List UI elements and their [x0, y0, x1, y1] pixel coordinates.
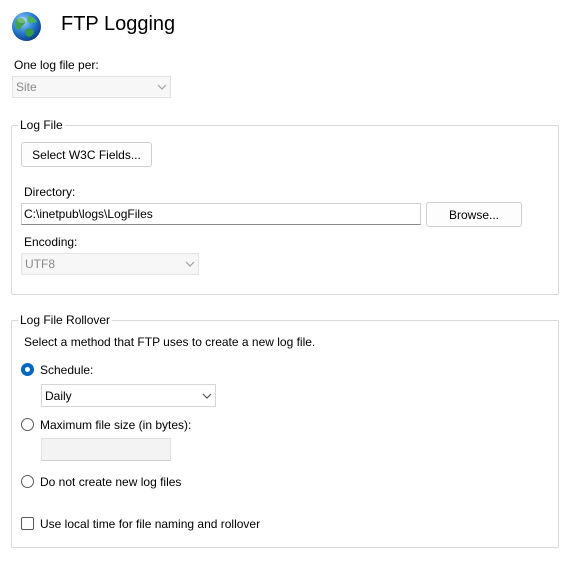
schedule-select[interactable]: Daily — [41, 384, 216, 407]
max-size-radio[interactable] — [21, 418, 34, 431]
max-size-label: Maximum file size (in bytes): — [40, 418, 192, 432]
log-file-per-value: Site — [16, 80, 37, 94]
max-size-input[interactable] — [41, 438, 171, 461]
schedule-value: Daily — [45, 388, 72, 403]
no-new-logs-label: Do not create new log files — [40, 475, 182, 489]
chevron-down-icon — [199, 393, 215, 399]
rollover-group — [11, 320, 559, 548]
encoding-label: Encoding: — [24, 235, 78, 249]
select-w3c-fields-button[interactable]: Select W3C Fields... — [21, 142, 152, 167]
directory-input[interactable]: C:\inetpub\logs\LogFiles — [21, 203, 421, 225]
globe-icon — [11, 11, 42, 42]
rollover-legend: Log File Rollover — [18, 313, 113, 327]
browse-button[interactable]: Browse... — [426, 202, 522, 227]
directory-label: Directory: — [24, 185, 76, 199]
local-time-label: Use local time for file naming and rollo… — [40, 517, 261, 531]
rollover-description: Select a method that FTP uses to create … — [24, 335, 316, 349]
log-file-per-select[interactable]: Site — [12, 76, 171, 98]
encoding-select[interactable]: UTF8 — [21, 253, 199, 275]
local-time-checkbox[interactable] — [21, 517, 34, 530]
encoding-value: UTF8 — [25, 257, 55, 271]
chevron-down-icon — [182, 261, 198, 267]
chevron-down-icon — [154, 84, 170, 90]
log-file-legend: Log File — [18, 118, 65, 132]
schedule-label: Schedule: — [40, 363, 94, 377]
no-new-logs-radio[interactable] — [21, 475, 34, 488]
log-file-per-label: One log file per: — [14, 58, 99, 72]
page-title: FTP Logging — [61, 13, 176, 35]
schedule-radio[interactable] — [21, 363, 34, 376]
